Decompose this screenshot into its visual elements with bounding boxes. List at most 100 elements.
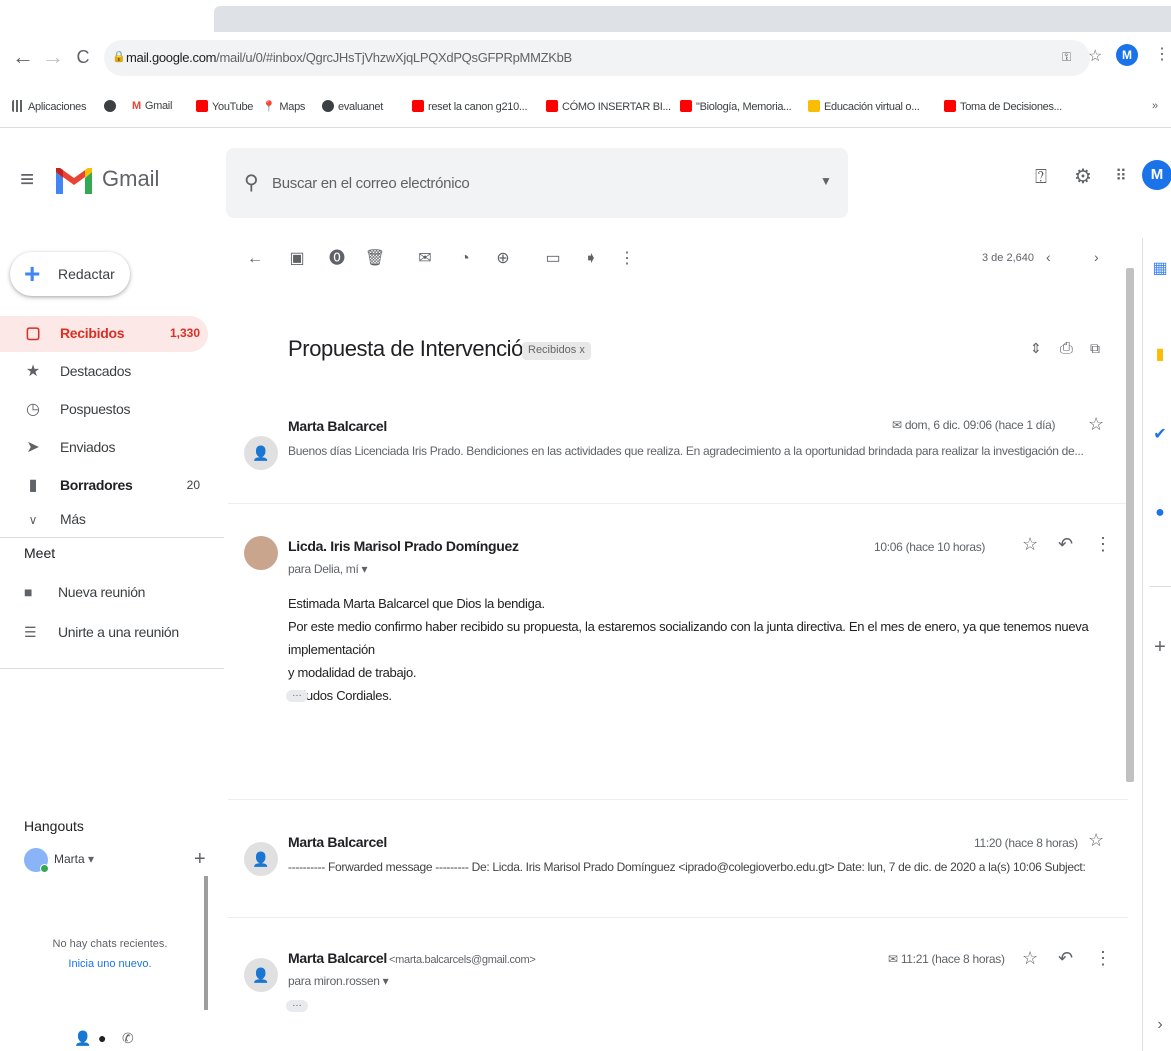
chevron-down-icon: ▾ [382, 974, 389, 988]
label-icon[interactable]: ➧ [580, 248, 602, 270]
pagination-text: 3 de 2,640 [982, 252, 1034, 264]
bookmark-toma-decisiones[interactable]: Toma de Decisiones... [944, 100, 1062, 113]
sidebar-item-destacados[interactable]: ★ Destacados [0, 354, 208, 390]
reply-icon[interactable]: ↶ [1058, 534, 1073, 555]
search-icon[interactable]: ⚲ [244, 170, 259, 195]
bookmark-como-insertar[interactable]: CÓMO INSERTAR BI... [546, 100, 671, 113]
contacts-person-icon[interactable]: 👤 [74, 1030, 91, 1047]
bookmark-evaluanet[interactable]: evaluanet [322, 100, 383, 113]
message-more-icon[interactable]: ⋮ [1094, 948, 1112, 969]
apps-grid-icon[interactable]: ⠿ [1108, 164, 1134, 190]
message-more-icon[interactable]: ⋮ [1094, 534, 1112, 555]
inbox-label-chip[interactable]: Recibidos x [522, 342, 591, 360]
bookmark-reset-canon[interactable]: reset la canon g210... [412, 100, 528, 113]
archive-icon[interactable]: ▣ [286, 248, 308, 270]
move-to-folder-icon[interactable]: ▭ [542, 248, 564, 270]
bookmark-educacion-virtual[interactable]: Educación virtual o... [808, 100, 920, 113]
meet-join-meeting[interactable]: ☰ Unirte a una reunión [24, 624, 179, 641]
bookmarks-overflow-icon[interactable]: » [1152, 100, 1158, 112]
bookmark-maps[interactable]: 📍 Maps [262, 100, 305, 113]
search-options-dropdown-icon[interactable]: ▼ [820, 174, 832, 188]
add-addon-plus-icon[interactable]: + [1149, 636, 1171, 658]
keep-icon[interactable]: ▮ [1149, 344, 1171, 366]
contacts-icon[interactable]: ● [1149, 502, 1171, 524]
back-to-inbox-icon[interactable]: ← [244, 248, 266, 270]
open-new-window-icon[interactable]: ⧉ [1090, 340, 1100, 357]
main-scrollbar[interactable] [1126, 268, 1134, 782]
sidebar-item-borradores[interactable]: ▮ Borradores 20 [0, 468, 208, 504]
bookmark-biologia[interactable]: "Biología, Memoria... [680, 100, 792, 113]
message-expanded: Licda. Iris Marisol Prado Domínguez 10:0… [228, 504, 1128, 800]
hangouts-section-title: Hangouts [24, 818, 84, 834]
add-to-tasks-icon[interactable]: ⊕ [492, 248, 514, 270]
delete-trash-icon[interactable]: 🗑 [364, 248, 386, 270]
gmail-logo-icon[interactable] [54, 166, 94, 196]
message-time: 11:20 (hace 8 horas) [974, 836, 1078, 850]
hamburger-menu-icon[interactable]: ≡ [20, 166, 34, 194]
hangouts-chat-icon[interactable]: ● [98, 1030, 106, 1046]
older-chevron-icon[interactable]: › [1094, 249, 1099, 265]
meet-section-title: Meet [24, 545, 56, 561]
browser-tab-bar[interactable] [214, 6, 1171, 32]
browser-menu-icon[interactable]: ⋮ [1154, 44, 1170, 64]
back-arrow-icon[interactable]: ← [10, 44, 36, 70]
bookmark-youtube[interactable]: YouTube [196, 100, 253, 113]
star-icon[interactable]: ☆ [1022, 534, 1038, 555]
new-chat-plus-icon[interactable]: + [194, 848, 206, 871]
inbox-icon: ▢ [25, 325, 41, 342]
gmail-icon: M [132, 100, 141, 112]
mark-unread-icon[interactable]: ✉ [414, 248, 436, 270]
message-time: ✉ 11:21 (hace 8 horas) [888, 952, 1005, 966]
reload-icon[interactable]: C [70, 44, 96, 70]
reply-icon[interactable]: ↶ [1058, 948, 1073, 969]
no-recent-chats-text: No hay chats recientes. [52, 938, 168, 950]
bookmark-apps[interactable]: Aplicaciones [12, 100, 86, 113]
dropdown-arrow-icon: ▾ [88, 852, 95, 866]
newer-chevron-icon[interactable]: ‹ [1046, 249, 1051, 265]
compose-button[interactable]: + Redactar [10, 252, 130, 296]
star-icon[interactable]: ☆ [1022, 948, 1038, 969]
message-collapsed[interactable]: 👤 Marta Balcarcel 11:20 (hace 8 horas) ☆… [228, 800, 1128, 918]
expand-side-panel-chevron-icon[interactable]: › [1149, 1014, 1171, 1036]
search-bar[interactable]: ⚲ Buscar en el correo electrónico ▼ [226, 148, 848, 218]
url-text[interactable]: mail.google.com/mail/u/0/#inbox/QgrcJHsT… [126, 50, 572, 65]
phone-icon[interactable]: ✆ [122, 1030, 134, 1047]
more-options-icon[interactable]: ⋮ [616, 248, 638, 270]
tasks-icon[interactable]: ✔ [1149, 424, 1171, 446]
report-spam-icon[interactable]: ⓿ [326, 248, 348, 270]
show-trimmed-content-button[interactable]: … [286, 999, 308, 1012]
key-icon[interactable]: ⚿ [1062, 50, 1071, 65]
bookmark-icon-only[interactable] [104, 100, 120, 113]
sidebar-item-enviados[interactable]: ➤ Enviados [0, 430, 208, 466]
sidebar-item-pospuestos[interactable]: ◷ Pospuestos [0, 392, 208, 428]
sidebar-item-recibidos[interactable]: ▢ Recibidos 1,330 [0, 316, 208, 352]
recipients-line[interactable]: para miron.rossen ▾ [288, 974, 389, 988]
search-input[interactable]: Buscar en el correo electrónico [272, 175, 470, 192]
hangouts-user-name[interactable]: Marta ▾ [54, 852, 94, 866]
bookmark-star-icon[interactable]: ☆ [1088, 46, 1102, 66]
forward-arrow-icon[interactable]: → [40, 44, 66, 70]
meet-new-meeting[interactable]: ■ Nueva reunión [24, 584, 145, 600]
calendar-icon[interactable]: ▦ [1149, 258, 1171, 280]
browser-profile-avatar[interactable]: M [1116, 44, 1138, 66]
star-icon[interactable]: ☆ [1088, 830, 1104, 851]
account-avatar[interactable]: M [1142, 160, 1171, 190]
sidebar-scrollbar[interactable] [204, 876, 208, 1010]
print-icon[interactable]: ⎙ [1060, 340, 1073, 358]
youtube-icon [412, 100, 424, 112]
message-collapsed[interactable]: 👤 Marta Balcarcel ✉ dom, 6 dic. 09:06 (h… [228, 404, 1128, 504]
hangouts-user-avatar[interactable] [24, 848, 49, 873]
star-icon[interactable]: ☆ [1088, 414, 1104, 435]
message-time: ✉ dom, 6 dic. 09:06 (hace 1 día) [892, 418, 1056, 432]
help-icon[interactable]: ⍰ [1028, 164, 1054, 190]
settings-gear-icon[interactable]: ⚙ [1070, 164, 1096, 190]
snooze-clock-icon[interactable]: ◔ [454, 248, 476, 270]
start-new-chat-link[interactable]: Inicia uno nuevo. [20, 958, 200, 970]
expand-all-icon[interactable]: ⇕ [1030, 340, 1042, 357]
lock-icon[interactable]: 🔒 [112, 50, 126, 63]
sender-name: Marta Balcarcel <marta.balcarcels@gmail.c… [288, 950, 536, 966]
sidebar-item-mas[interactable]: ∨ Más [0, 502, 208, 538]
show-trimmed-content-button[interactable]: … [286, 689, 308, 702]
recipients-line[interactable]: para Delia, mí ▾ [288, 562, 368, 576]
bookmark-gmail[interactable]: M Gmail [132, 100, 172, 112]
